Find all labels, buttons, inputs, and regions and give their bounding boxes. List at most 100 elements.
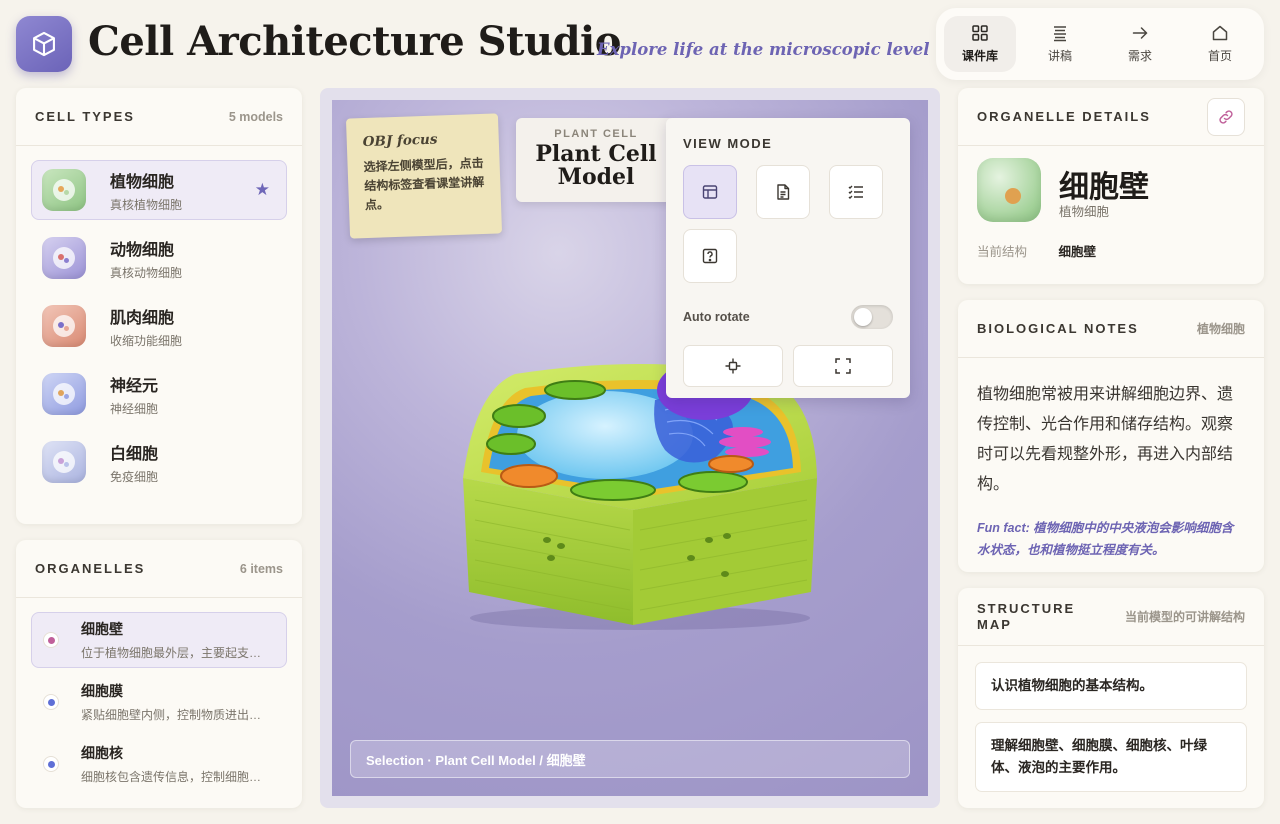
organelle-description: 紧贴细胞壁内侧，控制物质进出细胞。 xyxy=(81,708,273,722)
structure-map-item[interactable]: 理解细胞壁、细胞膜、细胞核、叶绿体、液泡的主要作用。 xyxy=(975,722,1247,792)
model-kicker: PLANT CELL xyxy=(554,128,638,140)
cell-type-name: 肌肉细胞 xyxy=(110,309,175,327)
organelle-count: 6 items xyxy=(239,561,283,576)
notes-tag: 植物细胞 xyxy=(1196,322,1245,336)
cell-type-item[interactable]: 植物细胞 真核植物细胞 ★ xyxy=(31,160,287,220)
fullscreen-button[interactable] xyxy=(793,345,893,387)
organelles-panel: ORGANELLES 6 items 细胞壁 位于植物细胞最外层，主要起支持和保… xyxy=(16,540,302,808)
sticky-title: OBJ focus xyxy=(362,131,438,151)
panel-title: ORGANELLES xyxy=(35,561,146,576)
model-count: 5 models xyxy=(228,109,283,124)
cell-type-name: 植物细胞 xyxy=(110,173,175,191)
organelle-name: 细胞核 xyxy=(81,745,123,761)
layout-icon xyxy=(702,185,718,199)
panel-title: STRUCTURE MAP xyxy=(977,600,1076,632)
organelle-thumbnail xyxy=(977,158,1041,222)
cell-type-name: 白细胞 xyxy=(110,445,159,463)
nav-label: 讲稿 xyxy=(1047,49,1072,63)
crosshair-icon xyxy=(725,358,741,374)
animal-cell-thumbnail xyxy=(42,237,86,279)
selection-status-bar: Selection · Plant Cell Model / 细胞壁 xyxy=(350,740,910,778)
organelle-name: 细胞膜 xyxy=(81,683,123,699)
cube-icon xyxy=(33,31,55,57)
organelle-description: 位于植物细胞最外层，主要起支持和保护作用。 xyxy=(81,646,273,660)
structure-map-item[interactable]: 认识植物细胞的基本结构。 xyxy=(975,662,1247,710)
cell-type-name: 动物细胞 xyxy=(110,241,175,259)
model-title-card: PLANT CELL Plant Cell Model xyxy=(516,118,676,202)
star-icon[interactable]: ★ xyxy=(255,180,270,200)
nav-label: 首页 xyxy=(1207,49,1232,63)
cell-type-subtitle: 真核动物细胞 xyxy=(110,265,183,280)
plant-cell-model[interactable] xyxy=(455,360,825,630)
structure-map-panel: STRUCTURE MAP 当前模型的可讲解结构 认识植物细胞的基本结构。 理解… xyxy=(958,588,1264,808)
auto-rotate-label: Auto rotate xyxy=(683,310,750,324)
notes-text: 植物细胞常被用来讲解细胞边界、遗传控制、光合作用和储存结构。观察时可以先看规整外… xyxy=(977,386,1234,493)
sticky-body: 选择左侧模型后，点击结构标签查看课堂讲解点。 xyxy=(363,155,485,213)
fun-fact: Fun fact: 植物细胞中的中央液泡会影响细胞含水状态，也和植物挺立程度有关… xyxy=(977,521,1234,557)
lines-icon xyxy=(1054,26,1066,42)
fullscreen-icon xyxy=(835,358,851,374)
selection-text: Selection · Plant Cell Model / 细胞壁 xyxy=(366,752,586,768)
cell-type-subtitle: 免疫细胞 xyxy=(110,469,159,484)
top-navigation: 课件库 讲稿 需求 首页 xyxy=(936,8,1264,80)
muscle-cell-thumbnail xyxy=(42,305,86,347)
recenter-button[interactable] xyxy=(683,345,783,387)
cell-type-subtitle: 真核植物细胞 xyxy=(110,197,183,212)
neuron-thumbnail xyxy=(42,373,86,415)
app-logo xyxy=(16,16,72,72)
document-icon xyxy=(777,184,790,200)
document-view-button[interactable] xyxy=(756,165,810,219)
panel-title: BIOLOGICAL NOTES xyxy=(977,321,1139,336)
organelle-marker xyxy=(44,695,58,709)
nav-label: 课件库 xyxy=(961,49,998,63)
model-title: Plant Cell Model xyxy=(535,141,657,190)
link-icon xyxy=(1219,109,1233,124)
app-tagline: Explore life at the microscopic level xyxy=(597,40,930,59)
layout-view-button[interactable] xyxy=(683,165,737,219)
organelle-description: 细胞核包含遗传信息，控制细胞的生命活动。 xyxy=(81,770,273,784)
structure-map-meta: 当前模型的可讲解结构 xyxy=(1125,609,1246,624)
cell-type-item[interactable]: 神经元 神经细胞 xyxy=(31,364,287,424)
current-structure-row: 当前结构 细胞壁 xyxy=(977,241,1096,260)
organelle-cell-type: 植物细胞 xyxy=(1059,205,1110,219)
nav-item-library[interactable]: 课件库 xyxy=(944,16,1016,72)
arrow-right-icon xyxy=(1132,27,1148,39)
organelle-marker xyxy=(44,633,58,647)
home-icon xyxy=(1212,25,1228,41)
cell-type-item[interactable]: 白细胞 免疫细胞 xyxy=(31,432,287,492)
copy-link-button[interactable] xyxy=(1207,97,1245,136)
cell-type-item[interactable]: 动物细胞 真核动物细胞 xyxy=(31,228,287,288)
quiz-view-button[interactable] xyxy=(683,229,737,283)
cell-type-name: 神经元 xyxy=(110,377,159,395)
current-structure-value: 细胞壁 xyxy=(1058,245,1097,259)
question-icon xyxy=(702,248,718,264)
organelle-name: 细胞壁 xyxy=(81,621,123,637)
organelle-item[interactable]: 细胞核 细胞核包含遗传信息，控制细胞的生命活动。 xyxy=(31,736,287,792)
nav-item-script[interactable]: 讲稿 xyxy=(1024,16,1096,72)
organelle-item[interactable]: 细胞膜 紧贴细胞壁内侧，控制物质进出细胞。 xyxy=(31,674,287,730)
nav-label: 需求 xyxy=(1127,49,1152,63)
checklist-icon xyxy=(848,185,863,199)
panel-title: ORGANELLE DETAILS xyxy=(977,109,1151,124)
checklist-view-button[interactable] xyxy=(829,165,883,219)
cell-type-item[interactable]: 肌肉细胞 收缩功能细胞 xyxy=(31,296,287,356)
view-mode-panel: VIEW MODE Auto rotate xyxy=(666,118,910,398)
organelle-item[interactable]: 细胞壁 位于植物细胞最外层，主要起支持和保护作用。 xyxy=(31,612,287,668)
nav-item-requirements[interactable]: 需求 xyxy=(1104,16,1176,72)
biological-notes-panel: BIOLOGICAL NOTES 植物细胞 植物细胞常被用来讲解细胞边界、遗传控… xyxy=(958,300,1264,572)
current-structure-label: 当前结构 xyxy=(977,245,1028,259)
organelle-marker xyxy=(44,757,58,771)
white-blood-cell-thumbnail xyxy=(42,441,86,483)
nav-item-home[interactable]: 首页 xyxy=(1184,16,1256,72)
focus-sticky-note: OBJ focus 选择左侧模型后，点击结构标签查看课堂讲解点。 xyxy=(345,113,503,239)
grid-icon xyxy=(972,25,988,41)
view-mode-title: VIEW MODE xyxy=(683,136,773,151)
auto-rotate-toggle[interactable] xyxy=(851,305,893,329)
cell-type-subtitle: 收缩功能细胞 xyxy=(110,333,183,348)
app-title: Cell Architecture Studio xyxy=(88,18,621,65)
organelle-title: 细胞壁 xyxy=(1059,171,1149,204)
cell-types-panel: CELL TYPES 5 models 植物细胞 真核植物细胞 ★ 动物细胞 真… xyxy=(16,88,302,524)
cell-type-subtitle: 神经细胞 xyxy=(110,401,159,416)
plant-cell-thumbnail xyxy=(42,169,86,211)
panel-title: CELL TYPES xyxy=(35,109,135,124)
